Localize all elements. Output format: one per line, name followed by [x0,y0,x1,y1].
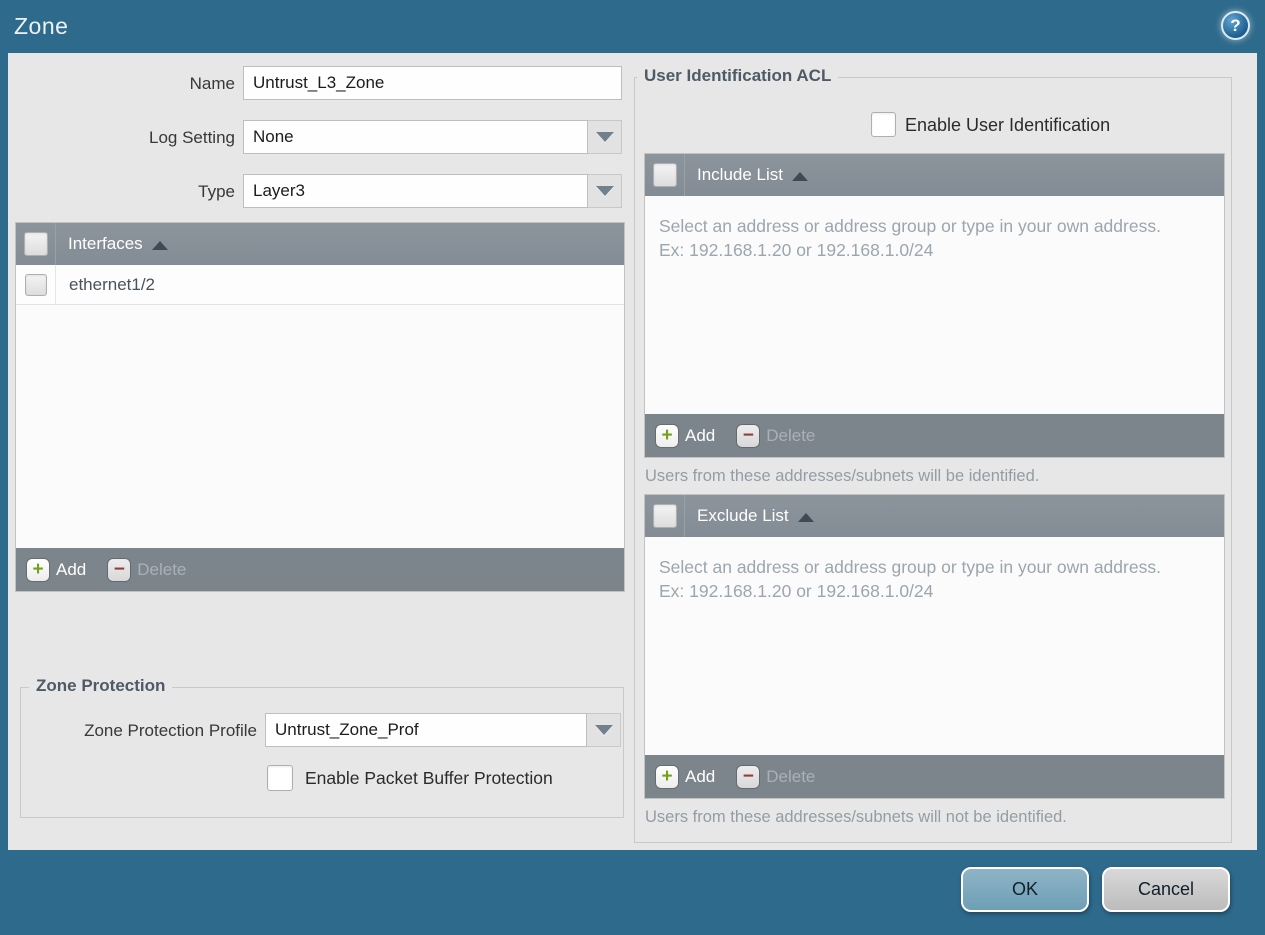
include-list-body[interactable]: Select an address or address group or ty… [645,196,1224,414]
exclude-list-table: Exclude List Select an address or addres… [644,494,1225,799]
ok-button[interactable]: OK [961,867,1089,912]
interfaces-table-header[interactable]: Interfaces [16,223,624,265]
minus-icon: − [737,765,760,788]
interface-row[interactable]: ethernet1/2 [16,265,624,305]
sort-ascending-icon [792,171,808,181]
dialog-title: Zone [14,13,69,39]
interfaces-header-label: Interfaces [68,234,143,253]
interfaces-table-footer: + Add − Delete [16,548,624,591]
plus-icon: + [27,558,49,581]
exclude-list-header[interactable]: Exclude List [645,495,1224,537]
type-value: Layer3 [243,174,588,208]
zone-protection-profile-value: Untrust_Zone_Prof [265,713,587,747]
exclude-list-placeholder: Select an address or address group or ty… [659,557,1161,602]
minus-icon: − [737,424,760,447]
log-setting-label: Log Setting [148,128,235,147]
include-list-header[interactable]: Include List [645,154,1224,196]
include-add-button[interactable]: + Add [656,424,716,447]
zone-protection-group: Zone Protection Zone Protection Profile … [20,676,624,818]
packet-buffer-protection-label: Enable Packet Buffer Protection [305,768,553,788]
interfaces-table-body: ethernet1/2 [16,265,624,548]
exclude-list-header-title[interactable]: Exclude List [685,495,814,537]
help-icon-glyph: ? [1230,15,1241,35]
log-setting-value: None [243,120,588,154]
exclude-select-all-cell [645,495,685,537]
exclude-add-button[interactable]: + Add [656,765,716,788]
include-list-placeholder: Select an address or address group or ty… [659,216,1161,261]
interface-name: ethernet1/2 [69,274,156,294]
zone-name-input[interactable] [243,66,622,100]
interface-row-checkbox-cell [16,265,56,304]
interfaces-delete-button[interactable]: − Delete [108,558,187,581]
help-icon[interactable]: ? [1221,11,1250,40]
include-list-table: Include List Select an address or addres… [644,153,1225,458]
type-dropdown-button[interactable] [588,174,622,208]
exclude-add-label: Add [685,766,716,786]
zone-protection-profile-dropdown-button[interactable] [587,713,621,747]
exclude-list-caption: Users from these addresses/subnets will … [645,808,1067,826]
include-list-header-label: Include List [697,165,783,184]
zone-dialog-body: Name Log Setting None Type Layer3 Interf… [8,53,1257,850]
packet-buffer-protection-checkbox[interactable] [267,765,293,791]
enable-user-identification-label: Enable User Identification [905,115,1111,135]
zone-protection-legend: Zone Protection [29,676,173,696]
cancel-button[interactable]: Cancel [1102,867,1230,912]
include-list-caption: Users from these addresses/subnets will … [645,467,1040,485]
exclude-list-header-label: Exclude List [697,506,789,525]
plus-icon: + [656,424,678,447]
interfaces-select-all-checkbox[interactable] [23,232,48,256]
interfaces-select-all-cell [16,223,56,265]
zone-protection-profile-label: Zone Protection Profile [84,721,257,740]
include-select-all-cell [645,154,685,196]
name-label: Name [189,74,235,93]
sort-ascending-icon [151,240,168,250]
exclude-select-all-checkbox[interactable] [652,504,677,528]
include-delete-label: Delete [766,425,816,445]
chevron-down-icon [595,186,614,196]
chevron-down-icon [595,132,614,142]
include-delete-button[interactable]: − Delete [737,424,816,447]
interfaces-header-title[interactable]: Interfaces [56,223,168,265]
exclude-list-footer: + Add − Delete [645,755,1224,798]
exclude-delete-button[interactable]: − Delete [737,765,816,788]
include-select-all-checkbox[interactable] [652,163,677,187]
interfaces-delete-label: Delete [137,559,187,579]
interfaces-table: Interfaces ethernet1/2 + Add − Delete [15,222,625,592]
enable-user-identification-checkbox[interactable] [871,112,896,137]
sort-ascending-icon [797,512,814,522]
include-list-footer: + Add − Delete [645,414,1224,457]
interfaces-add-label: Add [56,559,87,579]
exclude-list-body[interactable]: Select an address or address group or ty… [645,537,1224,755]
interfaces-add-button[interactable]: + Add [27,558,87,581]
zone-protection-profile-dropdown[interactable]: Untrust_Zone_Prof [265,713,621,747]
chevron-down-icon [594,725,613,735]
type-dropdown[interactable]: Layer3 [243,174,622,208]
interface-row-checkbox[interactable] [24,273,47,296]
exclude-delete-label: Delete [766,766,816,786]
plus-icon: + [656,765,678,788]
log-setting-dropdown[interactable]: None [243,120,622,154]
user-identification-acl-legend: User Identification ACL [637,66,839,86]
include-list-header-title[interactable]: Include List [685,154,808,196]
log-setting-dropdown-button[interactable] [588,120,622,154]
type-label: Type [198,182,235,201]
include-add-label: Add [685,425,716,445]
minus-icon: − [108,558,131,581]
